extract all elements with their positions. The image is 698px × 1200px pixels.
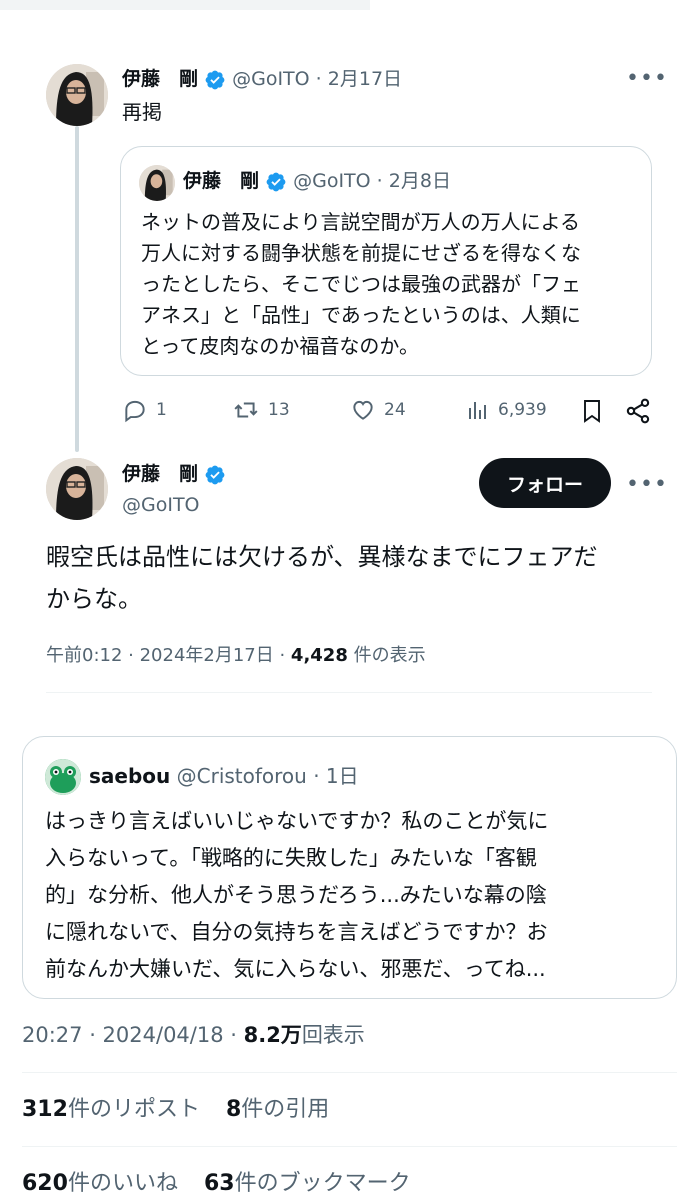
- views-label: 回表示: [301, 1023, 365, 1047]
- text-line: からな。: [46, 585, 142, 613]
- views-number: 8.2万: [243, 1023, 302, 1047]
- heart-icon: [353, 400, 373, 420]
- quoted-author-handle: @GoITO: [293, 170, 371, 192]
- retweet-count: 13: [268, 400, 290, 420]
- verified-badge-icon: [205, 70, 225, 89]
- quoted-tweet-card[interactable]: saebou @Cristoforou · 1日 はっきり言えばいいじゃないです…: [22, 736, 677, 999]
- verified-badge-icon: [205, 465, 225, 484]
- stats-row-reposts: 312件のリポスト 8件の引用: [22, 1094, 329, 1126]
- avatar[interactable]: [46, 458, 108, 520]
- views-number: 4,428: [290, 645, 348, 666]
- quoted-tweet-header: saebou @Cristoforou · 1日: [89, 761, 359, 791]
- likes-number: 620: [22, 1171, 68, 1196]
- bookmarks-label: 件のブックマーク: [234, 1171, 411, 1196]
- tweet-meta: 20:27 · 2024/04/18 · 8.2万回表示: [22, 1020, 365, 1050]
- bookmark-button[interactable]: [580, 397, 604, 429]
- divider: [46, 692, 652, 693]
- main-tweet-meta: 午前0:12 · 2024年2月17日 · 4,428 件の表示: [46, 641, 426, 667]
- like-count: 24: [384, 400, 406, 420]
- views-button[interactable]: 6,939: [466, 397, 547, 423]
- likes-stat[interactable]: 620件のいいね: [22, 1171, 178, 1196]
- bookmark-icon: [584, 400, 600, 423]
- quotes-stat[interactable]: 8件の引用: [226, 1097, 329, 1122]
- text-line: に隠れないで、自分の気持ちを言えばどうですか？お: [45, 920, 548, 944]
- dot-separator: ·: [315, 68, 322, 90]
- share-button[interactable]: [624, 397, 652, 429]
- dot-separator: ·: [376, 170, 383, 192]
- likes-label: 件のいいね: [67, 1171, 178, 1196]
- tweet-date[interactable]: 2月17日: [328, 68, 402, 90]
- reply-count: 1: [156, 400, 167, 420]
- divider: [22, 1072, 677, 1073]
- avatar: [45, 759, 81, 795]
- reposts-stat[interactable]: 312件のリポスト: [22, 1097, 200, 1122]
- follow-button[interactable]: フォロー: [479, 458, 611, 508]
- top-edge-fade: [0, 0, 370, 10]
- avatar-photo: [46, 64, 108, 126]
- more-options-icon[interactable]: •••: [626, 474, 668, 496]
- quoted-author-name: saebou: [89, 764, 171, 788]
- quoted-tweet-header: 伊藤 剛 @GoITO · 2月8日: [183, 167, 451, 195]
- text-line: 万人に対する闘争状態を前提にせざるを得なくな: [141, 241, 581, 265]
- more-options-icon[interactable]: •••: [626, 68, 668, 90]
- views-label: 件の表示: [347, 645, 426, 666]
- text-line: アネス」と「品性」であったというのは、人類に: [141, 303, 581, 327]
- divider: [22, 1146, 677, 1147]
- retweet-button[interactable]: 13: [232, 397, 290, 423]
- share-icon: [626, 398, 650, 424]
- main-tweet-text: 暇空氏は品性には欠けるが、異様なまでにフェアだ からな。: [46, 536, 656, 620]
- quoted-author-name: 伊藤 剛: [183, 170, 260, 192]
- text-line: 的」な分析、他人がそう思うだろう...みたいな幕の陰: [45, 883, 547, 907]
- avatar-photo: [139, 165, 175, 201]
- views-count: 6,939: [498, 400, 547, 420]
- views-chart-icon: [469, 402, 486, 419]
- quotes-number: 8: [225, 1097, 242, 1122]
- avatar[interactable]: [46, 64, 108, 126]
- thread-connector-line: [75, 126, 79, 452]
- retweet-icon: [234, 402, 258, 418]
- quotes-label: 件の引用: [241, 1097, 330, 1122]
- quoted-tweet-text: ネットの普及により言説空間が万人の万人による 万人に対する闘争状態を前提にせざる…: [141, 207, 641, 362]
- quoted-tweet-text: はっきり言えばいいじゃないですか？私のことが気に 入らないって。「戦略的に失敗し…: [45, 803, 665, 988]
- reply-button[interactable]: 1: [122, 397, 167, 423]
- bookmarks-stat[interactable]: 63件のブックマーク: [204, 1171, 411, 1196]
- author-handle[interactable]: @GoITO: [232, 68, 310, 90]
- text-line: ったとしたら、そこでじつは最強の武器が「フェ: [141, 272, 581, 296]
- reposts-label: 件のリポスト: [67, 1097, 200, 1122]
- text-line: とって皮肉なのか福音なのか。: [141, 334, 419, 358]
- quoted-tweet-date: 2月8日: [388, 170, 451, 192]
- text-line: 前なんか大嫌いだ、気に入らない、邪悪だ、ってね...: [45, 957, 546, 981]
- tweet-timestamp[interactable]: 午前0:12 · 2024年2月17日 ·: [46, 645, 291, 666]
- quoted-tweet-card[interactable]: 伊藤 剛 @GoITO · 2月8日 ネットの普及により言説空間が万人の万人によ…: [120, 146, 652, 376]
- avatar-photo: [46, 458, 108, 520]
- main-tweet-author: 伊藤 剛: [122, 460, 226, 488]
- quoted-author-handle: @Cristoforou: [176, 764, 307, 788]
- quoted-tweet-date: 1日: [325, 764, 359, 788]
- frog-avatar-icon: [45, 759, 81, 795]
- verified-badge-icon: [266, 172, 286, 191]
- text-line: 暇空氏は品性には欠けるが、異様なまでにフェアだ: [46, 543, 598, 571]
- reposts-number: 312: [22, 1097, 68, 1122]
- dot-separator: ·: [313, 764, 320, 788]
- bookmarks-number: 63: [203, 1171, 235, 1196]
- author-name[interactable]: 伊藤 剛: [122, 463, 198, 485]
- like-button[interactable]: 24: [350, 397, 406, 423]
- text-line: ネットの普及により言説空間が万人の万人による: [141, 210, 580, 234]
- tweet-timestamp[interactable]: 20:27 · 2024/04/18 ·: [22, 1023, 244, 1047]
- author-handle[interactable]: @GoITO: [122, 492, 200, 518]
- stats-row-likes: 620件のいいね 63件のブックマーク: [22, 1168, 411, 1200]
- reply-icon: [125, 400, 145, 423]
- tweet-text: 再掲: [122, 100, 162, 124]
- avatar: [139, 165, 175, 201]
- text-line: はっきり言えばいいじゃないですか？私のことが気に: [45, 809, 549, 833]
- text-line: 入らないって。「戦略的に失敗した」みたいな「客観: [45, 846, 537, 870]
- first-tweet-header: 伊藤 剛 @GoITO · 2月17日: [122, 66, 402, 92]
- author-name[interactable]: 伊藤 剛: [122, 68, 198, 90]
